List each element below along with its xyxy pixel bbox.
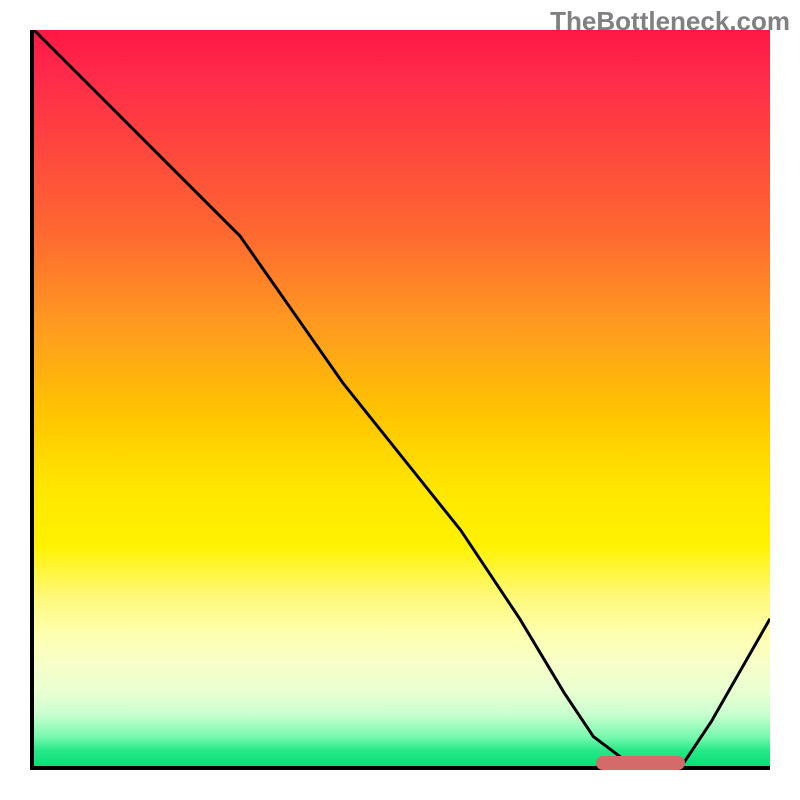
bottleneck-curve: [34, 30, 770, 766]
curve-path: [34, 30, 770, 766]
optimal-range-marker: [596, 756, 685, 770]
chart-plot-area: [30, 30, 770, 770]
